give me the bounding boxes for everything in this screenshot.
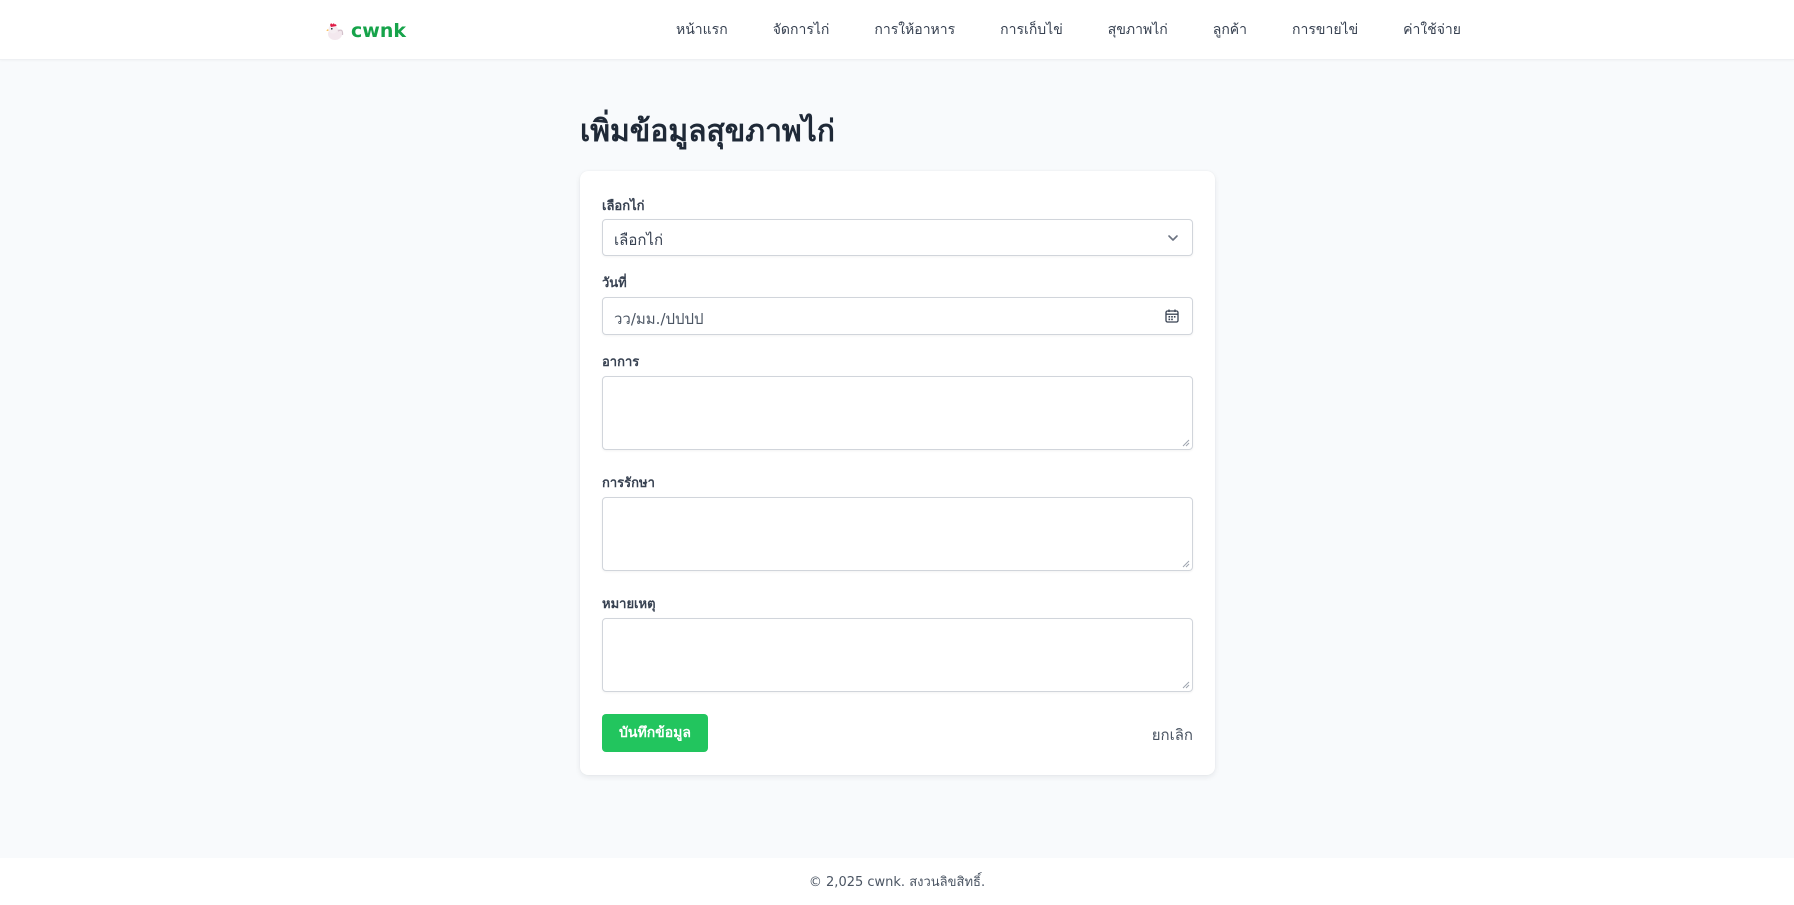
nav-item-home[interactable]: หน้าแรก (676, 19, 728, 41)
symptoms-textarea[interactable] (602, 376, 1193, 450)
cancel-link[interactable]: ยกเลิก (1152, 723, 1193, 747)
date-label: วันที่ (602, 276, 627, 291)
nav-item-feeding[interactable]: การให้อาหาร (874, 19, 955, 41)
footer: © 2,025 cwnk. สงวนลิขสิทธิ์. (0, 858, 1794, 905)
page-title: เพิ่มข้อมูลสุขภาพไก่ (580, 114, 835, 149)
copyright-text: © 2,025 cwnk. สงวนลิขสิทธิ์. (808, 875, 986, 890)
treatment-label: การรักษา (602, 476, 655, 491)
date-placeholder: วว/มม./ปปปป (614, 310, 704, 328)
note-label: หมายเหตุ (602, 597, 656, 612)
resize-grip-icon[interactable] (1182, 439, 1190, 447)
calendar-icon[interactable] (1164, 308, 1180, 324)
nav-item-egg-sales[interactable]: การขายไข่ (1292, 19, 1358, 41)
brand-name: cwnk (351, 20, 406, 42)
top-navbar: cwnk หน้าแรก จัดการไก่ การให้อาหาร การเก… (0, 0, 1794, 60)
main-nav: หน้าแรก จัดการไก่ การให้อาหาร การเก็บไข่… (676, 0, 1461, 60)
chicken-select[interactable]: เลือกไก่ (602, 219, 1193, 256)
nav-item-egg-collection[interactable]: การเก็บไข่ (1000, 19, 1063, 41)
nav-item-customers[interactable]: ลูกค้า (1213, 19, 1247, 41)
symptoms-label: อาการ (602, 355, 640, 370)
chicken-icon (326, 23, 344, 40)
resize-grip-icon[interactable] (1182, 681, 1190, 689)
resize-grip-icon[interactable] (1182, 560, 1190, 568)
chicken-select-value: เลือกไก่ (614, 231, 664, 249)
chevron-down-icon (1168, 235, 1178, 241)
date-input[interactable]: วว/มม./ปปปป (602, 297, 1193, 335)
nav-item-chicken-health[interactable]: สุขภาพไก่ (1108, 19, 1168, 41)
save-button[interactable]: บันทึกข้อมูล (602, 714, 708, 752)
treatment-textarea[interactable] (602, 497, 1193, 571)
health-record-form: เลือกไก่ เลือกไก่ วันที่ วว/มม./ปปปป อาก… (580, 171, 1215, 775)
note-textarea[interactable] (602, 618, 1193, 692)
brand-logo-link[interactable]: cwnk (325, 18, 406, 44)
nav-item-expenses[interactable]: ค่าใช้จ่าย (1403, 19, 1461, 41)
chicken-select-label: เลือกไก่ (602, 199, 645, 214)
nav-item-manage-chickens[interactable]: จัดการไก่ (773, 19, 830, 41)
